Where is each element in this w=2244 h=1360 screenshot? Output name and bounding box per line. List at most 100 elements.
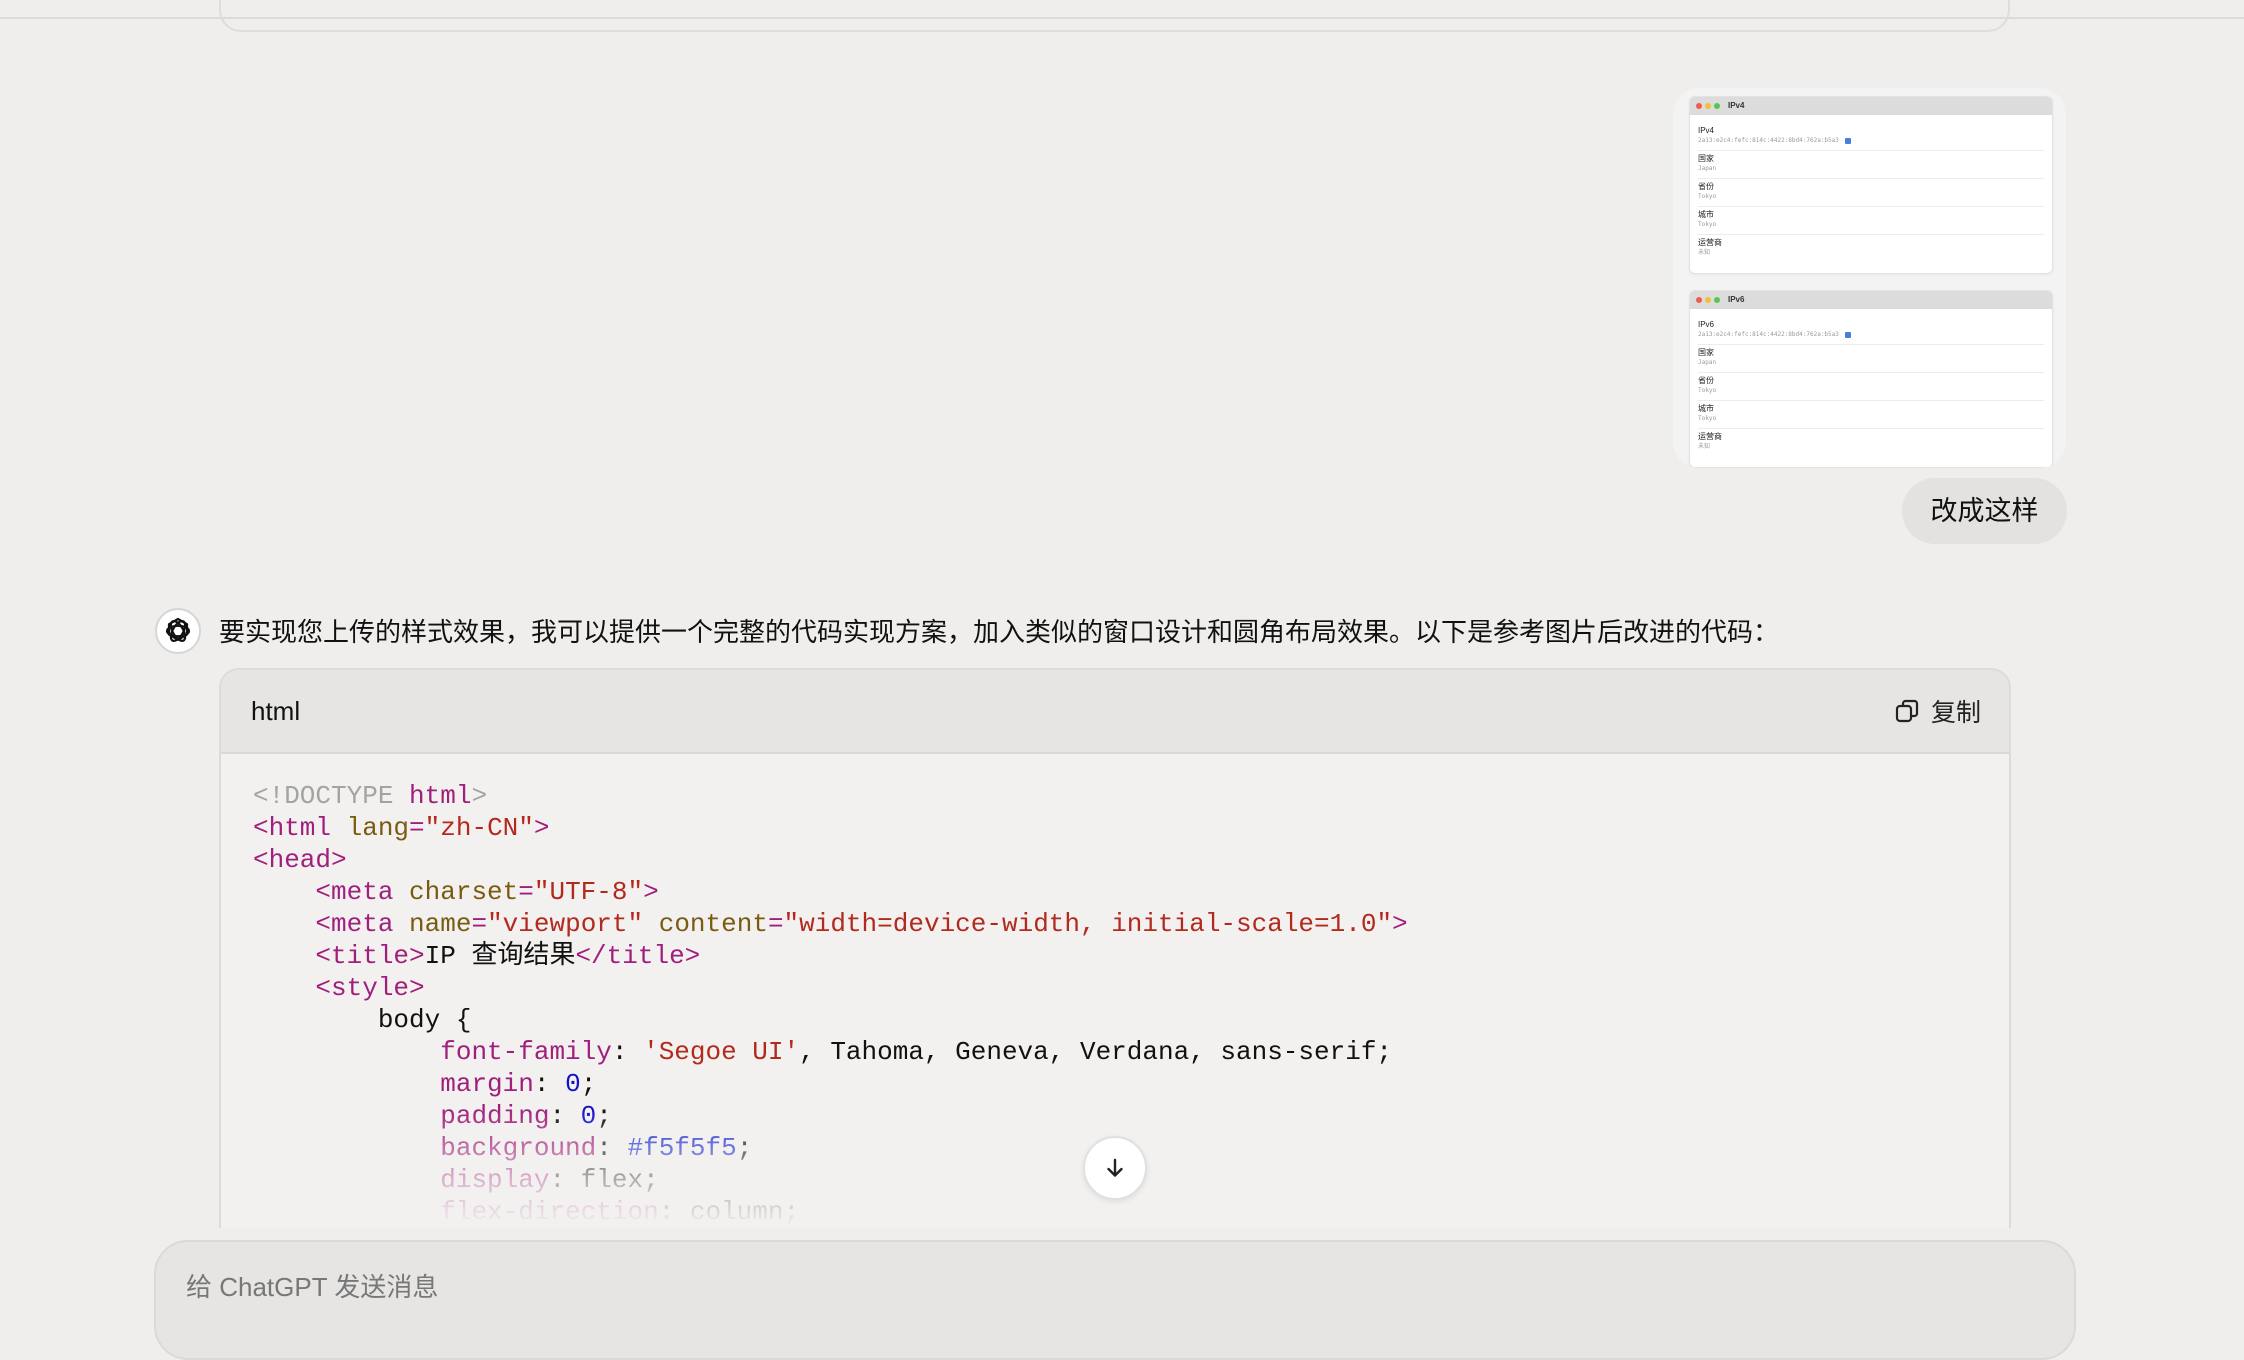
mini-row-value: Japan xyxy=(1698,165,1717,172)
mini-row: 国家 Japan xyxy=(1698,345,2044,373)
user-message-bubble: 改成这样 xyxy=(1902,478,2067,544)
mini-row-label: 城市 xyxy=(1698,210,1714,219)
close-dot-icon xyxy=(1696,297,1702,303)
code-token: = xyxy=(518,877,534,907)
code-token: name xyxy=(409,909,472,939)
code-token: "width=device-width, initial-scale=1.0" xyxy=(783,909,1393,939)
code-line: <title>IP 查询结果</title> xyxy=(253,940,2009,972)
code-token: <title> xyxy=(315,941,425,971)
code-line: <meta charset="UTF-8"> xyxy=(253,876,2009,908)
code-token: > xyxy=(533,813,550,843)
copy-icon xyxy=(1844,137,1851,144)
copy-code-label: 复制 xyxy=(1930,699,1981,727)
code-token: lang xyxy=(346,813,410,843)
mini-row-label: 省份 xyxy=(1698,182,1714,191)
mini-row-value: 2a13:e2c4:fefc:814c:4422:8bd4:762a:b5a3 xyxy=(1698,330,2044,339)
mini-window-ipv4: IPv4 IPv4 2a13:e2c4:fefc:814c:4422:8bd4:… xyxy=(1689,96,2053,274)
code-token: <!DOCTYPE xyxy=(253,781,410,811)
code-token: IP 查询结果 xyxy=(424,941,576,971)
code-line: <!DOCTYPE html> xyxy=(253,780,2009,812)
mini-row: 城市 Tokyo xyxy=(1698,207,2044,235)
chatgpt-logo-icon xyxy=(155,608,201,654)
previous-code-block-bottom xyxy=(219,0,2010,32)
copy-icon xyxy=(1895,699,1919,723)
uploaded-image[interactable]: IPv4 IPv4 2a13:e2c4:fefc:814c:4422:8bd4:… xyxy=(1673,88,2066,468)
mini-row-label: 运营商 xyxy=(1698,432,1722,441)
mini-window-titlebar: IPv6 xyxy=(1690,291,2052,309)
mini-row: 运营商 未知 xyxy=(1698,429,2044,456)
mini-window-titlebar: IPv4 xyxy=(1690,97,2052,115)
mini-row: IPv4 2a13:e2c4:fefc:814c:4422:8bd4:762a:… xyxy=(1698,123,2044,151)
code-token: "zh-CN" xyxy=(424,813,534,843)
scroll-to-bottom-button[interactable] xyxy=(1083,1136,1147,1200)
code-token: > xyxy=(1392,909,1408,939)
code-language-label: html xyxy=(251,696,301,726)
code-token: <html xyxy=(253,813,347,843)
code-line: body { xyxy=(253,1004,2009,1036)
mini-row-value: Japan xyxy=(1698,359,1717,366)
code-line: margin: 0; xyxy=(253,1068,2009,1100)
mini-row: 城市 Tokyo xyxy=(1698,401,2044,429)
message-composer xyxy=(154,1240,2076,1360)
code-token: content xyxy=(658,909,768,939)
code-token: 0 xyxy=(565,1069,581,1099)
mini-row-value: Tokyo xyxy=(1698,221,1717,228)
mini-window-ipv6: IPv6 IPv6 2a13:e2c4:fefc:814c:4422:8bd4:… xyxy=(1689,290,2053,468)
mini-window-title: IPv4 xyxy=(1728,101,1745,110)
code-token: = xyxy=(409,813,425,843)
code-token: body { xyxy=(253,1005,472,1035)
mini-row-value: 2a13:e2c4:fefc:814c:4422:8bd4:762a:b5a3 xyxy=(1698,136,2044,145)
code-token: ; xyxy=(580,1069,597,1099)
mini-row-value: 未知 xyxy=(1698,443,1711,450)
mini-row-label: IPv4 xyxy=(1698,126,1715,135)
mini-row: 省份 Tokyo xyxy=(1698,179,2044,207)
code-token: 'Segoe UI' xyxy=(643,1037,800,1067)
maximize-dot-icon xyxy=(1714,103,1720,109)
mini-row: 运营商 未知 xyxy=(1698,235,2044,262)
code-token: charset xyxy=(409,877,519,907)
code-token: > xyxy=(471,781,488,811)
mini-window-body: IPv4 2a13:e2c4:fefc:814c:4422:8bd4:762a:… xyxy=(1690,115,2052,262)
mini-window-body: IPv6 2a13:e2c4:fefc:814c:4422:8bd4:762a:… xyxy=(1690,309,2052,456)
code-token: <meta xyxy=(315,877,410,907)
code-token: = xyxy=(767,909,784,939)
copy-code-button[interactable]: 复制 xyxy=(1893,670,1981,752)
message-input[interactable] xyxy=(186,1272,1986,1303)
code-block-header: html 复制 xyxy=(221,670,2009,754)
mini-row-value: Tokyo xyxy=(1698,415,1717,422)
arrow-down-icon xyxy=(1107,1158,1123,1177)
code-token: margin xyxy=(440,1069,534,1099)
maximize-dot-icon xyxy=(1714,297,1720,303)
code-line: <style> xyxy=(253,972,2009,1004)
code-token: , Tahoma, Geneva, Verdana, sans-serif; xyxy=(799,1037,1393,1067)
mini-row-label: 国家 xyxy=(1698,348,1714,357)
copy-icon xyxy=(1844,331,1851,338)
code-token: : xyxy=(533,1069,566,1099)
code-token: <style> xyxy=(315,973,425,1003)
mini-row-label: 省份 xyxy=(1698,376,1714,385)
code-token: </title> xyxy=(575,941,701,971)
mini-row-value: Tokyo xyxy=(1698,193,1717,200)
mini-row-label: 城市 xyxy=(1698,404,1714,413)
mini-row-value: 未知 xyxy=(1698,249,1711,256)
mini-row-value: Tokyo xyxy=(1698,387,1717,394)
code-token: <head> xyxy=(253,845,347,875)
mini-row: 国家 Japan xyxy=(1698,151,2044,179)
code-line: <meta name="viewport" content="width=dev… xyxy=(253,908,2009,940)
mini-row: IPv6 2a13:e2c4:fefc:814c:4422:8bd4:762a:… xyxy=(1698,317,2044,345)
mini-row: 省份 Tokyo xyxy=(1698,373,2044,401)
close-dot-icon xyxy=(1696,103,1702,109)
mini-row-label: IPv6 xyxy=(1698,320,1715,329)
minimize-dot-icon xyxy=(1705,297,1711,303)
mini-window-title: IPv6 xyxy=(1728,295,1745,304)
code-token: > xyxy=(643,877,659,907)
mini-row-label: 运营商 xyxy=(1698,238,1722,247)
code-token: "viewport" xyxy=(487,909,644,939)
